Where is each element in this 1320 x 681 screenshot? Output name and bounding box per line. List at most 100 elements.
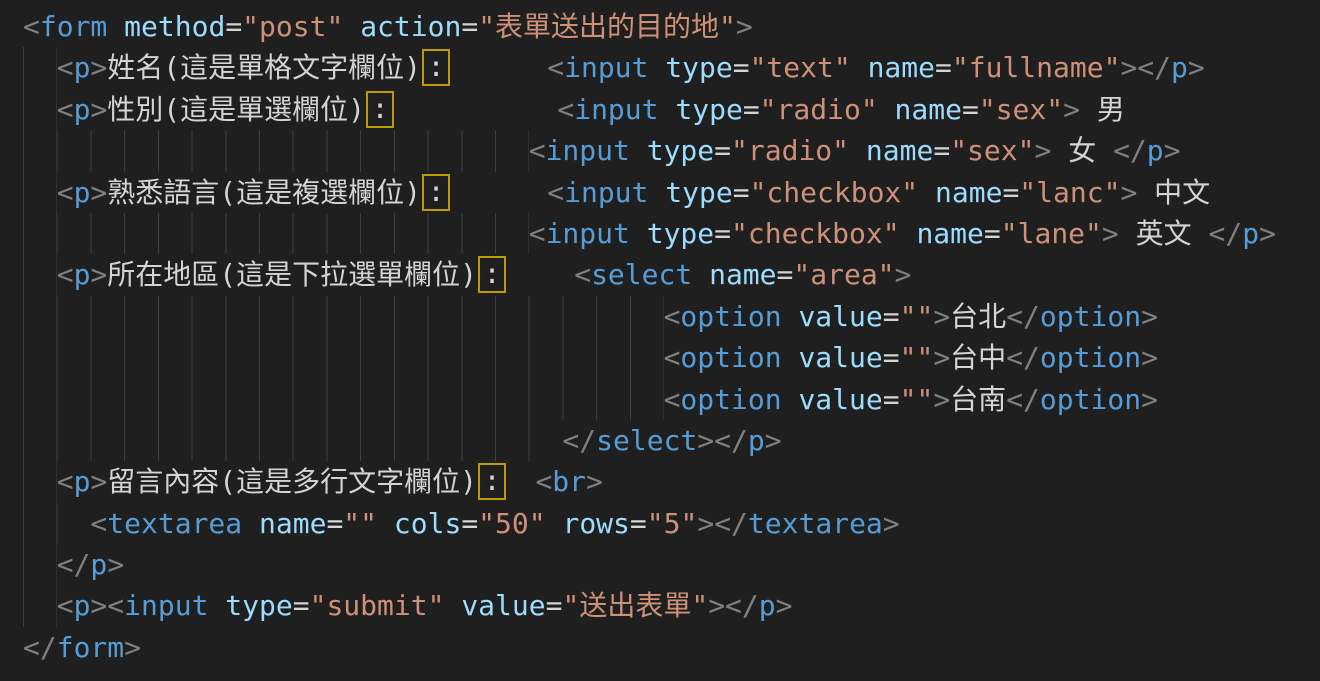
unicode-highlight-box: : [422, 49, 450, 86]
code-token [849, 134, 866, 167]
code-token [918, 176, 935, 209]
code-line[interactable]: <p><input type="submit" value="送出表單"></p… [23, 585, 1320, 626]
code-token: > [1141, 383, 1158, 416]
code-token: "lanc" [1019, 176, 1120, 209]
code-token: </ [1006, 341, 1040, 374]
code-token: > [90, 465, 107, 498]
code-token: = [733, 51, 750, 84]
code-token: 中文 [1137, 176, 1210, 209]
code-line[interactable]: <form method="post" action="表單送出的目的地"> [23, 6, 1320, 47]
code-line[interactable]: <input type="checkbox" name="lane"> 英文 <… [23, 213, 1320, 254]
code-token: cols [394, 507, 461, 540]
code-token: input [564, 51, 648, 84]
code-token [648, 176, 665, 209]
code-token: 所在地區(這是下拉選單欄位) [107, 258, 477, 291]
indent-guides [23, 503, 90, 544]
code-token: input [574, 93, 658, 126]
code-token: > [90, 93, 107, 126]
code-line[interactable]: </form> [23, 627, 1320, 668]
code-token: > [1164, 134, 1181, 167]
code-token: 姓名(這是單格文字欄位) [107, 51, 421, 84]
indent-guides [23, 379, 664, 420]
code-token: textarea [107, 507, 242, 540]
code-token: > [1141, 341, 1158, 374]
code-line[interactable]: <p>熟悉語言(這是複選欄位):<input type="checkbox" n… [23, 172, 1320, 213]
code-token: > [124, 631, 141, 664]
code-line[interactable]: <p>姓名(這是單格文字欄位):<input type="text" name=… [23, 47, 1320, 88]
code-token: = [933, 134, 950, 167]
code-token: </ [1006, 383, 1040, 416]
code-token: type [647, 134, 714, 167]
code-line[interactable]: <textarea name="" cols="50" rows="5"></t… [23, 503, 1320, 544]
code-token: form [57, 631, 124, 664]
code-token: value [798, 341, 882, 374]
code-token [782, 341, 799, 374]
code-editor[interactable]: <form method="post" action="表單送出的目的地"><p… [0, 0, 1320, 681]
code-token: 台北 [950, 300, 1006, 333]
code-token: select [591, 258, 692, 291]
code-token: 女 [1051, 134, 1113, 167]
code-token: option [1040, 300, 1141, 333]
code-line[interactable]: <input type="radio" name="sex"> 女 </p> [23, 130, 1320, 171]
code-token: "5" [647, 507, 698, 540]
code-token: "表單送出的目的地" [478, 10, 736, 43]
code-line[interactable]: </p> [23, 544, 1320, 585]
code-token: < [664, 300, 681, 333]
code-token: option [680, 341, 781, 374]
code-token: "" [343, 507, 377, 540]
code-line[interactable]: <option value="">台南</option> [23, 379, 1320, 420]
code-token: name [259, 507, 326, 540]
code-token: = [461, 507, 478, 540]
code-token: < [557, 93, 574, 126]
code-token: < [57, 51, 74, 84]
code-token: > [765, 424, 782, 457]
code-token: "radio" [731, 134, 849, 167]
code-token: value [798, 300, 882, 333]
aligned-code-segment: <select name="area"> [574, 254, 911, 295]
code-token: "送出表單" [562, 589, 708, 622]
code-token: "" [900, 383, 934, 416]
code-token: = [733, 176, 750, 209]
code-token: action [360, 10, 461, 43]
code-token: "text" [750, 51, 851, 84]
code-token: > [90, 176, 107, 209]
code-line[interactable]: <p>留言內容(這是多行文字欄位):<br> [23, 461, 1320, 502]
code-token [377, 507, 394, 540]
code-token [692, 258, 709, 291]
aligned-code-segment: <input type="checkbox" name="lanc"> 中文 [547, 172, 1210, 213]
code-token: type [665, 51, 732, 84]
code-line[interactable]: <p>性別(這是單選欄位):<input type="radio" name="… [23, 89, 1320, 130]
code-token: "50" [478, 507, 545, 540]
code-token [659, 93, 676, 126]
code-token: "" [900, 300, 934, 333]
code-token: "checkbox" [750, 176, 919, 209]
code-token [630, 217, 647, 250]
code-token: = [293, 589, 310, 622]
code-token: option [1040, 383, 1141, 416]
code-token: 台中 [950, 341, 1006, 374]
code-token: name [935, 176, 1002, 209]
code-token: > [1034, 134, 1051, 167]
code-token: input [564, 176, 648, 209]
code-token: < [529, 134, 546, 167]
code-token [107, 10, 124, 43]
code-token: = [984, 217, 1001, 250]
code-token: 英文 [1119, 217, 1209, 250]
indent-guides [23, 461, 57, 502]
code-line[interactable]: <option value="">台北</option> [23, 296, 1320, 337]
code-token [851, 51, 868, 84]
code-line[interactable]: <option value="">台中</option> [23, 337, 1320, 378]
code-token: 性別(這是單選欄位) [107, 93, 365, 126]
indent-guides [23, 420, 562, 461]
code-token: type [647, 217, 714, 250]
unicode-highlight-box: : [422, 174, 450, 211]
indent-guides [23, 89, 57, 130]
code-line[interactable]: <p>所在地區(這是下拉選單欄位):<select name="area"> [23, 254, 1320, 295]
code-line[interactable]: </select></p> [23, 420, 1320, 461]
code-token [208, 589, 225, 622]
code-token: p [74, 176, 91, 209]
code-token: "" [900, 341, 934, 374]
code-token: < [529, 217, 546, 250]
code-token [630, 134, 647, 167]
code-token: > [90, 51, 107, 84]
